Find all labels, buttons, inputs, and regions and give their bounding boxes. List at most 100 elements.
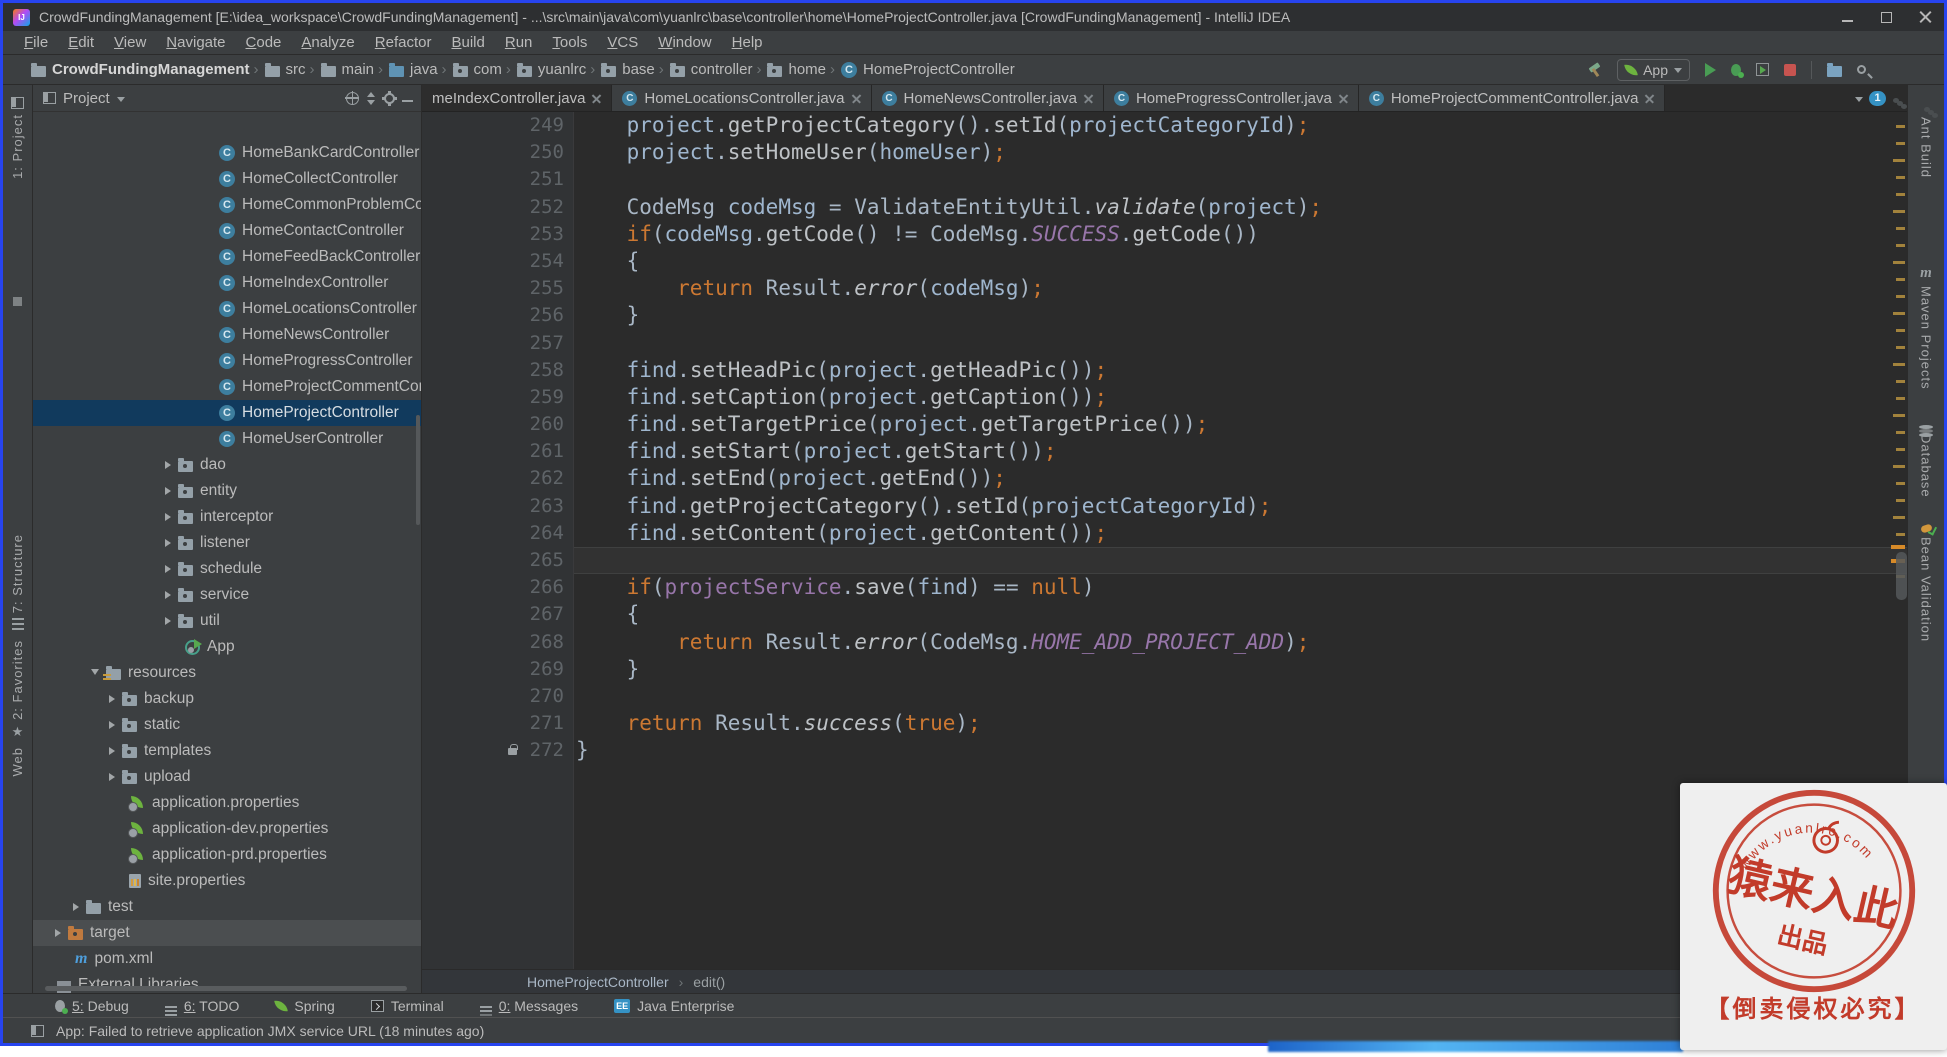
tree-item-templates[interactable]: templates <box>33 738 421 764</box>
stripe-item-ant-build[interactable]: Ant Build <box>1919 103 1934 178</box>
menu-navigate[interactable]: Navigate <box>157 33 234 52</box>
maximize-icon[interactable] <box>1880 11 1893 24</box>
breadcrumb-item-yuanlrc[interactable]: yuanlrc <box>516 61 586 78</box>
tree-item-homenewscontroller[interactable]: C HomeNewsController <box>33 322 421 348</box>
tree-expand-arrow-icon[interactable] <box>73 903 79 911</box>
tab-close-icon[interactable] <box>1339 94 1348 103</box>
tree-expand-arrow-icon[interactable] <box>109 721 115 729</box>
tree-expand-arrow-icon[interactable] <box>165 591 171 599</box>
tree-expand-arrow-icon[interactable] <box>165 461 171 469</box>
code-line[interactable]: return Result.success(true); <box>574 710 1907 737</box>
code-line[interactable]: find.setTargetPrice(project.getTargetPri… <box>574 411 1907 438</box>
code-line[interactable]: return Result.error(CodeMsg.HOME_ADD_PRO… <box>574 629 1907 656</box>
debug-button[interactable] <box>1731 63 1744 78</box>
tree-item-homecommonproblemcontroller[interactable]: CHomeCommonProblemController <box>33 192 421 218</box>
toolwindow-button-6-todo[interactable]: 6: TODO <box>164 998 239 1014</box>
code-line[interactable] <box>574 547 1907 575</box>
tree-expand-arrow-icon[interactable] <box>165 539 171 547</box>
tree-item-target[interactable]: target <box>33 920 421 946</box>
tree-collapse-arrow-icon[interactable] <box>91 669 99 679</box>
search-icon[interactable] <box>1857 65 1866 74</box>
breadcrumb-item-homeprojectcontroller[interactable]: C HomeProjectController <box>841 61 1015 78</box>
code-line[interactable]: find.setEnd(project.getEnd()); <box>574 465 1907 492</box>
tree-expand-arrow-icon[interactable] <box>55 929 61 937</box>
breadcrumb-item-crowdfundingmanagement[interactable]: CrowdFundingManagement <box>31 61 250 78</box>
breadcrumb-item-home[interactable]: home <box>767 61 826 78</box>
chevron-down-icon[interactable] <box>116 96 125 102</box>
menu-build[interactable]: Build <box>442 33 493 52</box>
code-line[interactable]: { <box>574 248 1907 275</box>
locate-icon[interactable] <box>345 90 359 105</box>
breadcrumb-item-com[interactable]: com <box>452 61 502 78</box>
toggle-tool-windows-icon[interactable] <box>31 1024 44 1037</box>
breadcrumb-item-main[interactable]: main <box>320 61 374 78</box>
breadcrumb-method[interactable]: edit() <box>693 974 725 990</box>
stripe-item-web[interactable]: Web <box>10 747 25 777</box>
tree-item-app[interactable]: App <box>33 634 421 660</box>
breadcrumb-class[interactable]: HomeProjectController <box>527 974 669 990</box>
editor-tab-homeprogresscontroller-java[interactable]: C HomeProgressController.java <box>1103 85 1359 111</box>
minimize-icon[interactable] <box>1841 11 1854 24</box>
menu-tools[interactable]: Tools <box>543 33 596 52</box>
menu-vcs[interactable]: VCS <box>598 33 647 52</box>
menu-run[interactable]: Run <box>496 33 542 52</box>
tree-item-static[interactable]: static <box>33 712 421 738</box>
stripe-item-maven-projects[interactable]: m Maven Projects <box>1919 266 1934 390</box>
menu-help[interactable]: Help <box>723 33 772 52</box>
tree-item-application-prd-properties[interactable]: application-prd.properties <box>33 842 421 868</box>
horizontal-scrollbar[interactable] <box>45 986 407 991</box>
run-button[interactable] <box>1705 62 1716 77</box>
code-line[interactable]: find.setHeadPic(project.getHeadPic()); <box>574 357 1907 384</box>
tree-expand-arrow-icon[interactable] <box>165 617 171 625</box>
tree-item-homecontactcontroller[interactable]: C HomeContactController <box>33 218 421 244</box>
breadcrumb-item-src[interactable]: src <box>264 61 306 78</box>
menu-refactor[interactable]: Refactor <box>366 33 441 52</box>
code-line[interactable]: find.setCaption(project.getCaption()); <box>574 384 1907 411</box>
close-icon[interactable] <box>1919 11 1932 24</box>
menu-file[interactable]: File <box>15 33 57 52</box>
stripe-item-2-favorites[interactable]: 2: Favorites ★ <box>10 640 25 738</box>
code-line[interactable]: project.setHomeUser(homeUser); <box>574 139 1907 166</box>
toolwindow-button-spring[interactable]: Spring <box>274 998 335 1014</box>
tree-expand-arrow-icon[interactable] <box>165 487 171 495</box>
stripe-item-database[interactable]: Database <box>1919 423 1934 497</box>
collapse-all-icon[interactable] <box>366 91 377 105</box>
tab-close-icon[interactable] <box>852 94 861 103</box>
tree-item-homeindexcontroller[interactable]: C HomeIndexController <box>33 270 421 296</box>
menu-analyze[interactable]: Analyze <box>292 33 363 52</box>
menu-window[interactable]: Window <box>649 33 720 52</box>
tab-close-icon[interactable] <box>592 94 601 103</box>
editor-tab-homeprojectcommentcontroller-java[interactable]: C HomeProjectCommentController.java <box>1358 85 1666 111</box>
code-line[interactable]: return Result.error(codeMsg); <box>574 275 1907 302</box>
tree-item-dao[interactable]: dao <box>33 452 421 478</box>
menu-code[interactable]: Code <box>237 33 291 52</box>
editor-scrollbar[interactable] <box>1896 552 1907 600</box>
editor-tab-meindexcontroller-java[interactable]: meIndexController.java <box>422 85 613 111</box>
tree-expand-arrow-icon[interactable] <box>109 695 115 703</box>
code-line[interactable]: } <box>574 302 1907 329</box>
coverage-button[interactable] <box>1756 63 1769 76</box>
settings-gear-icon[interactable] <box>384 91 395 104</box>
tree-item-entity[interactable]: entity <box>33 478 421 504</box>
code-line[interactable] <box>574 330 1907 357</box>
tree-item-homeprojectcontroller[interactable]: C HomeProjectController <box>33 400 421 426</box>
stop-button[interactable] <box>1784 63 1796 76</box>
build-hammer-icon[interactable] <box>1588 63 1602 77</box>
run-configuration-select[interactable]: App <box>1617 58 1690 81</box>
tree-expand-arrow-icon[interactable] <box>165 513 171 521</box>
hidden-tabs-dropdown-icon[interactable] <box>1855 96 1863 102</box>
stripe-item-7-structure[interactable]: 7: Structure <box>10 534 25 631</box>
code-line[interactable]: find.setStart(project.getStart()); <box>574 438 1907 465</box>
tree-item-resources[interactable]: resources <box>33 660 421 686</box>
code-line[interactable]: } <box>574 656 1907 683</box>
tree-item-homeprogresscontroller[interactable]: C HomeProgressController <box>33 348 421 374</box>
editor-tab-homenewscontroller-java[interactable]: C HomeNewsController.java <box>871 85 1104 111</box>
tree-item-util[interactable]: util <box>33 608 421 634</box>
tree-item-homefeedbackcontroller[interactable]: C HomeFeedBackController <box>33 244 421 270</box>
tree-item-homeprojectcommentcontroller[interactable]: CHomeProjectCommentController <box>33 374 421 400</box>
hidden-tabs-count[interactable]: 1 <box>1869 90 1886 106</box>
tree-item-upload[interactable]: upload <box>33 764 421 790</box>
tree-item-homeusercontroller[interactable]: C HomeUserController <box>33 426 421 452</box>
panel-scrollbar[interactable] <box>416 415 420 525</box>
code-line[interactable]: } <box>574 737 1907 764</box>
